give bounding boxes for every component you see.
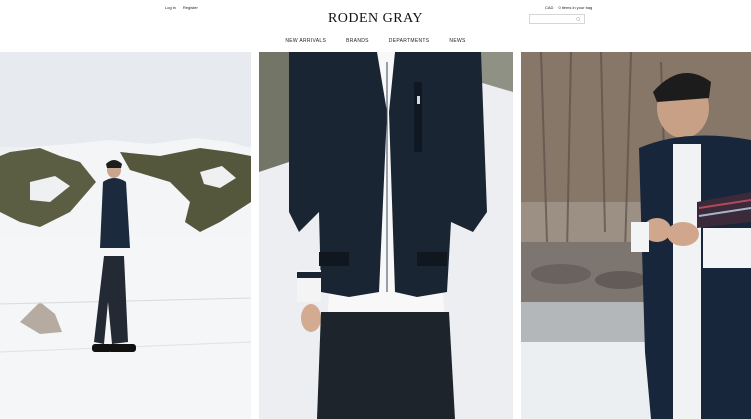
lookbook-photo-hillside[interactable] xyxy=(0,52,251,419)
account-links: Log in Register xyxy=(165,5,198,10)
main-nav: NEW ARRIVALS BRANDS DEPARTMENTS NEWS xyxy=(0,38,751,44)
lookbook-photo-jacket[interactable] xyxy=(259,52,513,419)
lookbook-photo-trees[interactable] xyxy=(521,52,751,419)
nav-item-new-arrivals[interactable]: NEW ARRIVALS xyxy=(285,38,326,44)
search-input[interactable] xyxy=(532,16,576,22)
nav-item-news[interactable]: NEWS xyxy=(449,38,465,44)
currency-selector[interactable]: CAD xyxy=(545,5,553,10)
utility-links: CAD 0 items in your bag xyxy=(545,5,592,10)
login-link[interactable]: Log in xyxy=(165,5,176,10)
nav-item-departments[interactable]: DEPARTMENTS xyxy=(389,38,430,44)
register-link[interactable]: Register xyxy=(183,5,198,10)
nav-item-brands[interactable]: BRANDS xyxy=(346,38,369,44)
search-icon[interactable] xyxy=(576,17,581,22)
site-header: Log in Register RODEN GRAY CAD 0 items i… xyxy=(0,0,751,52)
bag-link[interactable]: 0 items in your bag xyxy=(558,5,592,10)
search-box[interactable] xyxy=(529,14,585,24)
site-logo[interactable]: RODEN GRAY xyxy=(0,11,751,27)
